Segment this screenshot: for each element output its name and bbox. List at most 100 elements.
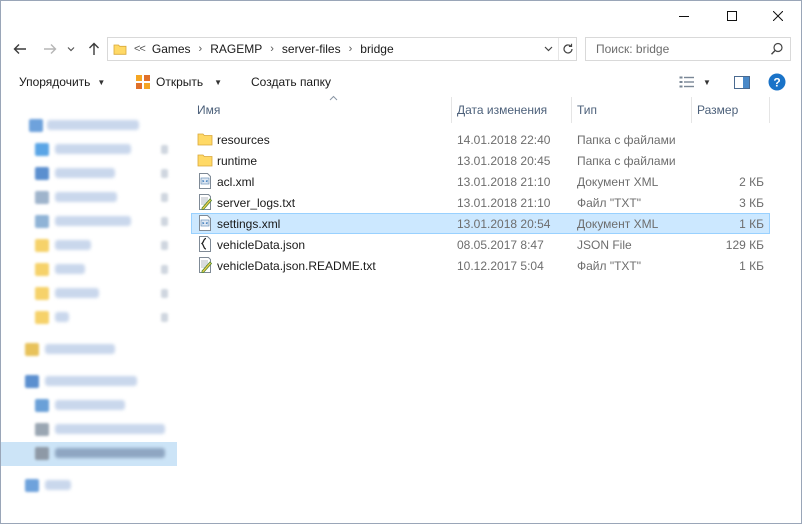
file-date: 14.01.2018 22:40	[457, 132, 551, 147]
nav-item-quick-access[interactable]	[1, 114, 177, 138]
open-with-icon	[136, 75, 150, 89]
help-icon: ?	[768, 73, 786, 91]
minimize-icon	[679, 16, 689, 17]
file-type: Папка с файлами	[577, 153, 676, 168]
refresh-button[interactable]	[558, 38, 577, 60]
back-button[interactable]	[11, 40, 29, 58]
view-options-button[interactable]: ▼	[679, 72, 711, 92]
search-box[interactable]: Поиск: bridge	[585, 37, 791, 61]
file-size: 1 КБ	[739, 258, 764, 273]
column-headers: Имя Дата изменения Тип Размер	[191, 95, 771, 123]
nav-item-folder[interactable]	[1, 234, 177, 258]
minimize-button[interactable]	[661, 1, 707, 31]
nav-item-folder[interactable]	[1, 306, 177, 330]
search-input[interactable]: Поиск: bridge	[596, 42, 669, 56]
new-folder-button[interactable]: Создать папку	[251, 72, 331, 92]
table-row[interactable]: runtime 13.01.2018 20:45 Папка с файлами	[191, 150, 770, 171]
nav-item-downloads[interactable]	[1, 162, 177, 186]
command-bar: Упорядочить ▼ Открыть ▼ Создать папку ▼	[1, 66, 801, 97]
file-type: Папка с файлами	[577, 132, 676, 147]
pin-icon[interactable]	[161, 169, 168, 178]
xml-file-icon	[199, 215, 211, 231]
search-icon	[770, 42, 783, 55]
nav-item-libraries[interactable]	[1, 338, 177, 362]
file-size: 129 КБ	[725, 237, 764, 252]
column-name-label: Имя	[197, 103, 221, 117]
new-folder-label: Создать папку	[251, 75, 331, 89]
nav-item-folder[interactable]	[1, 258, 177, 282]
column-date[interactable]: Дата изменения	[451, 97, 571, 123]
nav-item-label	[55, 264, 85, 274]
close-button[interactable]	[755, 1, 801, 31]
nav-item-folder[interactable]	[1, 282, 177, 306]
preview-pane-button[interactable]	[734, 72, 750, 92]
breadcrumb-overflow[interactable]: <<	[134, 43, 146, 55]
address-bar[interactable]: << Games › RAGEMP › server-files › bridg…	[107, 37, 577, 61]
table-row[interactable]: server_logs.txt 13.01.2018 21:10 Файл "T…	[191, 192, 770, 213]
nav-item-documents[interactable]	[1, 186, 177, 210]
nav-item-pictures[interactable]	[1, 210, 177, 234]
address-history-button[interactable]	[538, 38, 558, 60]
breadcrumb-separator-icon[interactable]: ›	[270, 43, 274, 55]
column-size[interactable]: Размер	[691, 97, 769, 123]
folder-icon	[35, 287, 49, 300]
drive-icon	[35, 423, 49, 436]
column-name[interactable]: Имя	[191, 97, 451, 123]
up-button[interactable]	[85, 40, 103, 58]
pin-icon[interactable]	[161, 193, 168, 202]
table-row-selected[interactable]: settings.xml 13.01.2018 20:54 Документ X…	[191, 213, 770, 234]
breadcrumb-separator-icon[interactable]: ›	[349, 43, 353, 55]
file-name: acl.xml	[217, 174, 255, 189]
nav-item-yandex-disk[interactable]	[1, 394, 177, 418]
pin-icon[interactable]	[161, 241, 168, 250]
nav-item-label	[47, 120, 139, 130]
pin-icon[interactable]	[161, 289, 168, 298]
maximize-button[interactable]	[709, 1, 755, 31]
file-size: 2 КБ	[739, 174, 764, 189]
breadcrumb-bridge[interactable]: bridge	[360, 42, 393, 56]
arrow-up-icon	[89, 42, 99, 55]
breadcrumb-server-files[interactable]: server-files	[282, 42, 341, 56]
nav-item-label	[55, 448, 165, 458]
download-icon	[35, 167, 49, 180]
cloud-icon	[35, 399, 49, 412]
pin-icon[interactable]	[161, 217, 168, 226]
breadcrumb-ragemp[interactable]: RAGEMP	[210, 42, 262, 56]
table-row[interactable]: acl.xml 13.01.2018 21:10 Документ XML 2 …	[191, 171, 770, 192]
caret-down-icon: ▼	[214, 77, 223, 87]
details-view-icon	[679, 76, 694, 88]
nav-item-this-pc[interactable]	[1, 370, 177, 394]
file-type: Файл "TXT"	[577, 258, 642, 273]
chevron-down-icon	[544, 46, 552, 52]
nav-item-network[interactable]	[1, 474, 177, 498]
nav-item-label	[55, 424, 165, 434]
breadcrumb-separator-icon[interactable]: ›	[199, 43, 203, 55]
drive-icon	[35, 447, 49, 460]
table-row[interactable]: vehicleData.json 08.05.2017 8:47 JSON Fi…	[191, 234, 770, 255]
pin-icon[interactable]	[161, 145, 168, 154]
file-date: 13.01.2018 21:10	[457, 195, 551, 210]
organize-button[interactable]: Упорядочить ▼	[19, 72, 105, 92]
breadcrumb-games[interactable]: Games	[152, 42, 191, 56]
nav-item-desktop[interactable]	[1, 138, 177, 162]
column-divider[interactable]	[769, 97, 770, 123]
nav-item-local-disk-d[interactable]	[1, 442, 177, 466]
file-name: vehicleData.json	[217, 237, 306, 252]
txt-file-icon	[199, 194, 213, 210]
nav-item-label	[55, 400, 125, 410]
computer-icon	[25, 375, 39, 388]
table-row[interactable]: vehicleData.json.README.txt 10.12.2017 5…	[191, 255, 770, 276]
pin-icon[interactable]	[161, 313, 168, 322]
recent-locations-button[interactable]	[65, 40, 77, 58]
pin-icon[interactable]	[161, 265, 168, 274]
forward-button[interactable]	[41, 40, 59, 58]
table-row[interactable]: resources 14.01.2018 22:40 Папка с файла…	[191, 129, 770, 150]
folder-icon	[35, 263, 49, 276]
help-button[interactable]: ?	[768, 72, 786, 92]
open-button[interactable]: Открыть ▼	[135, 72, 222, 92]
nav-item-label	[55, 144, 131, 154]
nav-item-local-disk-c[interactable]	[1, 418, 177, 442]
file-name: server_logs.txt	[217, 195, 296, 210]
libraries-icon	[25, 343, 39, 356]
column-type[interactable]: Тип	[571, 97, 691, 123]
